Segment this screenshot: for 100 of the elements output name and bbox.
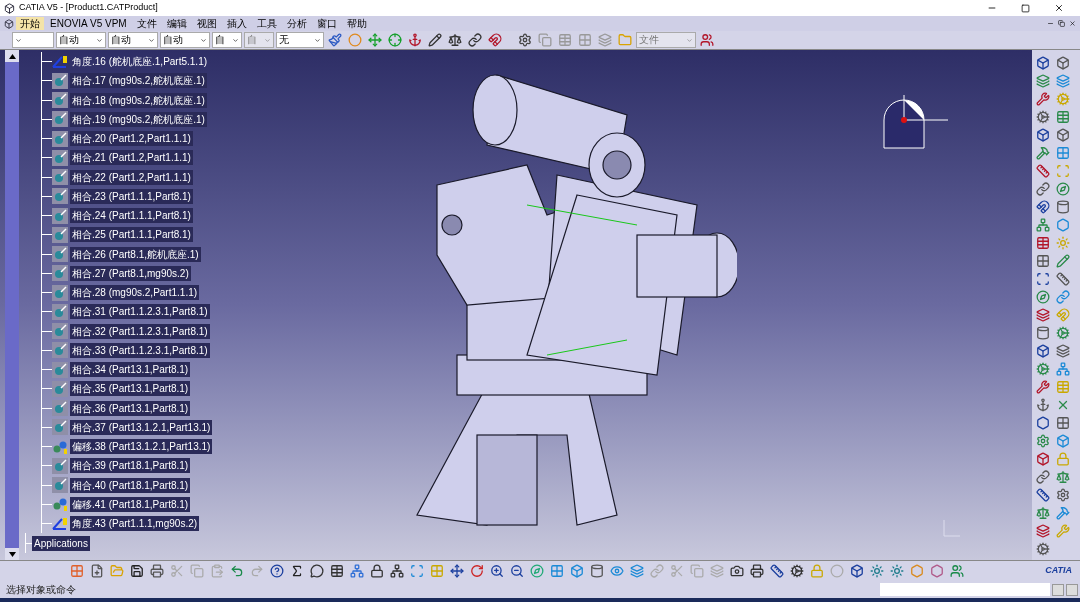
table-icon[interactable]	[1034, 234, 1052, 252]
measure-icon[interactable]	[1034, 486, 1052, 504]
anchor-icon[interactable]	[1034, 396, 1052, 414]
cylinder-icon[interactable]	[1054, 198, 1072, 216]
input-button[interactable]	[1052, 583, 1064, 596]
settings-icon[interactable]	[1034, 432, 1052, 450]
menu-item[interactable]: ENOVIA V5 VPM	[46, 17, 131, 30]
sheets-icon[interactable]	[1034, 522, 1052, 540]
menu-item[interactable]: 视图	[192, 17, 221, 30]
menu-item[interactable]: 开始	[16, 17, 44, 30]
menu-item[interactable]: 分析	[282, 17, 311, 30]
magnet-icon[interactable]	[1034, 198, 1052, 216]
users-icon[interactable]	[948, 562, 966, 580]
rotate-icon[interactable]	[468, 562, 486, 580]
layers-icon[interactable]	[1034, 72, 1052, 90]
hammer-icon[interactable]	[1054, 504, 1072, 522]
pan-icon[interactable]	[448, 562, 466, 580]
dropdown-field[interactable]	[12, 32, 54, 48]
wheel-icon[interactable]	[1034, 540, 1052, 558]
frame-icon[interactable]	[1034, 270, 1052, 288]
compass-icon[interactable]	[1054, 180, 1072, 198]
command-field[interactable]	[880, 583, 1050, 596]
tree-item[interactable]: 相合.34 (Part13.1,Part8.1)	[70, 362, 191, 378]
dropdown-field[interactable]: 自动	[160, 32, 210, 48]
scroll-down-button[interactable]	[5, 548, 19, 560]
restore-icon[interactable]	[1058, 20, 1065, 27]
tree-item[interactable]: 相合.21 (Part1.2,Part1.1.1)	[70, 150, 193, 166]
crosshair-icon[interactable]	[386, 31, 404, 49]
tree-item[interactable]: 角度.16 (舵机底座.1,Part5.1.1)	[70, 54, 210, 70]
cog-icon[interactable]	[1034, 108, 1052, 126]
menu-item[interactable]: 窗口	[312, 17, 341, 30]
cube-icon[interactable]	[1034, 126, 1052, 144]
menu-item[interactable]: 插入	[222, 17, 251, 30]
tree-item[interactable]: 相合.17 (mg90s.2,舵机底座.1)	[70, 73, 207, 89]
help-icon[interactable]	[268, 562, 286, 580]
tree-item[interactable]: 偏移.41 (Part18.1,Part8.1)	[70, 496, 191, 512]
table-icon[interactable]	[328, 562, 346, 580]
input-button[interactable]	[1066, 583, 1078, 596]
minimize-icon[interactable]	[1047, 20, 1054, 27]
material-icon[interactable]	[928, 562, 946, 580]
duplicate-icon[interactable]	[688, 562, 706, 580]
hierarchy-icon[interactable]	[388, 562, 406, 580]
zoom-out-icon[interactable]	[508, 562, 526, 580]
tree-item[interactable]: Applications	[32, 535, 90, 551]
ruler-icon[interactable]	[768, 562, 786, 580]
stack-icon[interactable]	[1054, 342, 1072, 360]
hammer-icon[interactable]	[1034, 144, 1052, 162]
wrench-icon[interactable]	[1034, 90, 1052, 108]
paintbrush-icon[interactable]	[326, 31, 344, 49]
tree-item[interactable]: 角度.43 (Part1.1.1,mg90s.2)	[70, 516, 200, 532]
gear-icon[interactable]	[1034, 360, 1052, 378]
light-icon[interactable]	[868, 562, 886, 580]
cube-icon[interactable]	[1054, 126, 1072, 144]
hexagon-icon[interactable]	[1034, 414, 1052, 432]
link-icon[interactable]	[466, 31, 484, 49]
scroll-up-button[interactable]	[5, 50, 19, 62]
magnet-icon[interactable]	[486, 31, 504, 49]
cylinder-icon[interactable]	[1034, 324, 1052, 342]
tree-item[interactable]: 相合.39 (Part18.1,Part8.1)	[70, 458, 191, 474]
dropdown-field[interactable]: 无	[276, 32, 324, 48]
box-icon[interactable]	[1034, 450, 1052, 468]
cog-icon[interactable]	[788, 562, 806, 580]
layers-icon[interactable]	[596, 31, 614, 49]
tree-item[interactable]: 相合.26 (Part8.1,舵机底座.1)	[70, 246, 201, 262]
part-icon[interactable]	[1054, 54, 1072, 72]
tree-item[interactable]: 相合.35 (Part13.1,Part8.1)	[70, 381, 191, 397]
move-arrows-icon[interactable]	[366, 31, 384, 49]
dot-grid-icon[interactable]	[68, 562, 86, 580]
box-icon[interactable]	[848, 562, 866, 580]
tree-item[interactable]: 相合.19 (mg90s.2,舵机底座.1)	[70, 111, 207, 127]
menu-item[interactable]: 编辑	[162, 17, 191, 30]
zoom-in-icon[interactable]	[488, 562, 506, 580]
views-icon[interactable]	[548, 562, 566, 580]
layers-icon[interactable]	[628, 562, 646, 580]
tree-item[interactable]: 相合.22 (Part1.2,Part1.1.1)	[70, 169, 193, 185]
gear-icon[interactable]	[1054, 324, 1072, 342]
tree-item[interactable]: 偏移.38 (Part13.1.2.1,Part13.1)	[70, 439, 213, 455]
grid-icon[interactable]	[1054, 414, 1072, 432]
tree-item[interactable]: 相合.31 (Part1.1.2.3.1,Part8.1)	[70, 304, 210, 320]
save-icon[interactable]	[128, 562, 146, 580]
network-icon[interactable]	[1034, 216, 1052, 234]
users-icon[interactable]	[698, 31, 716, 49]
grid-icon[interactable]	[1034, 252, 1052, 270]
tree-item[interactable]: 相合.33 (Part1.1.2.3.1,Part8.1)	[70, 342, 210, 358]
settings-icon[interactable]	[1054, 486, 1072, 504]
ruler-icon[interactable]	[1034, 162, 1052, 180]
spanner-icon[interactable]	[1034, 378, 1052, 396]
tree-item[interactable]: 相合.32 (Part1.1.2.3.1,Part8.1)	[70, 323, 210, 339]
cylinder-icon[interactable]	[588, 562, 606, 580]
block-icon[interactable]	[1034, 342, 1052, 360]
menu-item[interactable]: 工具	[252, 17, 281, 30]
lock-icon[interactable]	[368, 562, 386, 580]
tree-item[interactable]: 相合.28 (mg90s.2,Part1.1.1)	[70, 285, 200, 301]
tree-item[interactable]: 相合.23 (Part1.1.1,Part8.1)	[70, 188, 193, 204]
tree-item[interactable]: 相合.27 (Part8.1,mg90s.2)	[70, 265, 191, 281]
dropdown-field[interactable]: 自动	[108, 32, 158, 48]
tree-item[interactable]: 相合.24 (Part1.1.1,Part8.1)	[70, 208, 193, 224]
plotter-icon[interactable]	[748, 562, 766, 580]
anchor-icon[interactable]	[406, 31, 424, 49]
tree-item[interactable]: 相合.36 (Part13.1,Part8.1)	[70, 400, 191, 416]
